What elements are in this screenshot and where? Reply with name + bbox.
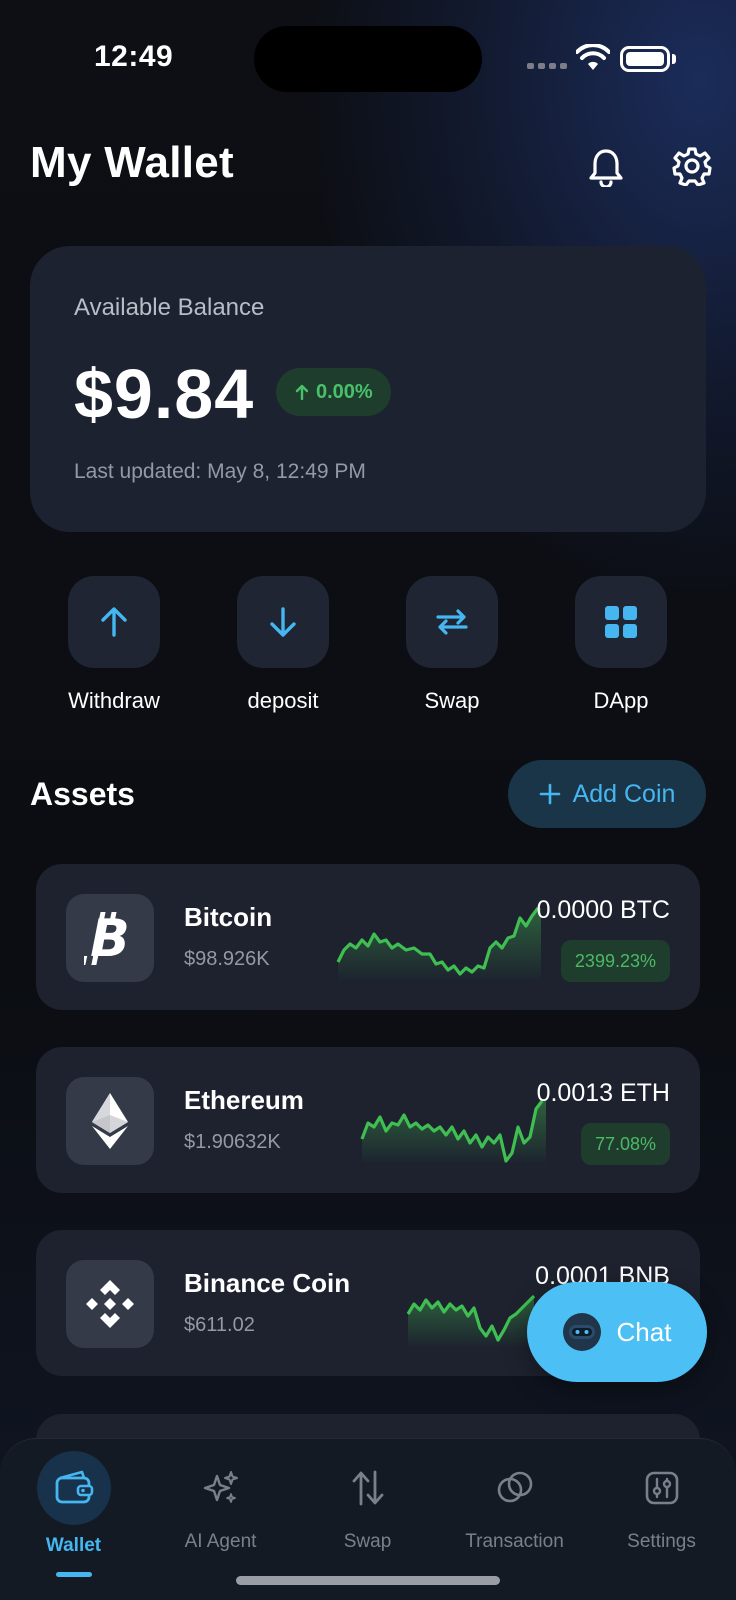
dapp-button[interactable] (575, 576, 667, 668)
arrow-down-icon (270, 607, 296, 637)
balance-change-badge: 0.00% (276, 368, 391, 416)
coin-name: Binance Coin (184, 1268, 351, 1298)
coin-price: $98.926K (184, 948, 270, 970)
last-updated: Last updated: May 8, 12:49 PM (74, 460, 366, 483)
coin-change-badge: 77.08% (580, 1123, 670, 1165)
sliders-icon (625, 1451, 699, 1525)
home-indicator (236, 1576, 500, 1585)
coins-icon (478, 1451, 552, 1525)
nav-wallet-label: Wallet (45, 1535, 102, 1556)
nav-transaction-label: Transaction (465, 1531, 564, 1552)
page-title: My Wallet (30, 138, 234, 187)
plus-icon (539, 783, 560, 805)
nav-settings-label: Settings (627, 1531, 696, 1552)
deposit-label: deposit (247, 688, 319, 713)
arrow-up-icon (101, 607, 127, 637)
deposit-action[interactable]: deposit (198, 576, 368, 714)
withdraw-label: Withdraw (68, 688, 160, 713)
dynamic-island (254, 26, 482, 92)
swap-label: Swap (424, 688, 480, 713)
status-time: 12:49 (94, 40, 174, 73)
withdraw-button[interactable] (68, 576, 160, 668)
swap-button[interactable] (406, 576, 498, 668)
bitcoin-icon: B (66, 894, 154, 982)
asset-card-ethereum[interactable]: Ethereum $1.90632K 0.0013 ETH 77.08% (36, 1047, 700, 1193)
swap-vertical-icon (331, 1451, 405, 1525)
sparkle-icon (184, 1451, 258, 1525)
coin-change-badge: 2399.23% (560, 940, 670, 982)
signal-icon (527, 63, 567, 69)
grid-icon (605, 606, 637, 638)
nav-swap[interactable]: Swap (294, 1451, 441, 1553)
balance-change-value: 0.00% (316, 380, 373, 403)
battery-icon (620, 46, 670, 72)
wallet-icon (36, 1451, 111, 1525)
nav-active-indicator (56, 1572, 92, 1577)
balance-amount: $9.84 (74, 355, 255, 433)
bell-icon[interactable] (583, 144, 629, 190)
coin-name: Ethereum (184, 1085, 304, 1115)
battery-tip (672, 54, 676, 64)
add-coin-label: Add Coin (572, 779, 676, 808)
coin-price: $611.02 (184, 1314, 255, 1336)
dapp-action[interactable]: DApp (536, 576, 706, 714)
coin-price: $1.90632K (184, 1131, 281, 1153)
balance-label: Available Balance (74, 294, 265, 321)
balance-card: Available Balance $9.84 0.00% Last updat… (30, 246, 706, 532)
withdraw-action[interactable]: Withdraw (29, 576, 199, 714)
coin-name: Bitcoin (184, 902, 273, 932)
chat-button[interactable]: Chat (527, 1282, 707, 1382)
arrow-up-small-icon (295, 384, 309, 401)
coin-amount: 0.0000 BTC (536, 896, 670, 924)
nav-ai-agent[interactable]: AI Agent (147, 1451, 294, 1553)
nav-wallet[interactable]: Wallet (0, 1451, 147, 1557)
coin-amount: 0.0013 ETH (536, 1079, 670, 1107)
wifi-icon (575, 43, 611, 77)
sparkline-bitcoin (336, 907, 541, 982)
add-coin-button[interactable]: Add Coin (508, 760, 706, 828)
dapp-label: DApp (593, 688, 649, 713)
nav-transaction[interactable]: Transaction (441, 1451, 588, 1553)
deposit-button[interactable] (237, 576, 329, 668)
chat-label: Chat (616, 1316, 672, 1347)
nav-swap-label: Swap (343, 1531, 392, 1552)
gear-icon[interactable] (668, 142, 716, 190)
swap-action[interactable]: Swap (367, 576, 537, 714)
robot-icon (562, 1313, 601, 1351)
ethereum-icon (66, 1077, 154, 1165)
asset-card-bitcoin[interactable]: B Bitcoin $98.926K 0.0000 BTC 2399.23% (36, 864, 700, 1010)
swap-icon (436, 609, 468, 635)
binance-icon (66, 1260, 154, 1348)
assets-title: Assets (30, 776, 135, 812)
nav-ai-agent-label: AI Agent (184, 1531, 257, 1552)
nav-settings[interactable]: Settings (588, 1451, 735, 1553)
